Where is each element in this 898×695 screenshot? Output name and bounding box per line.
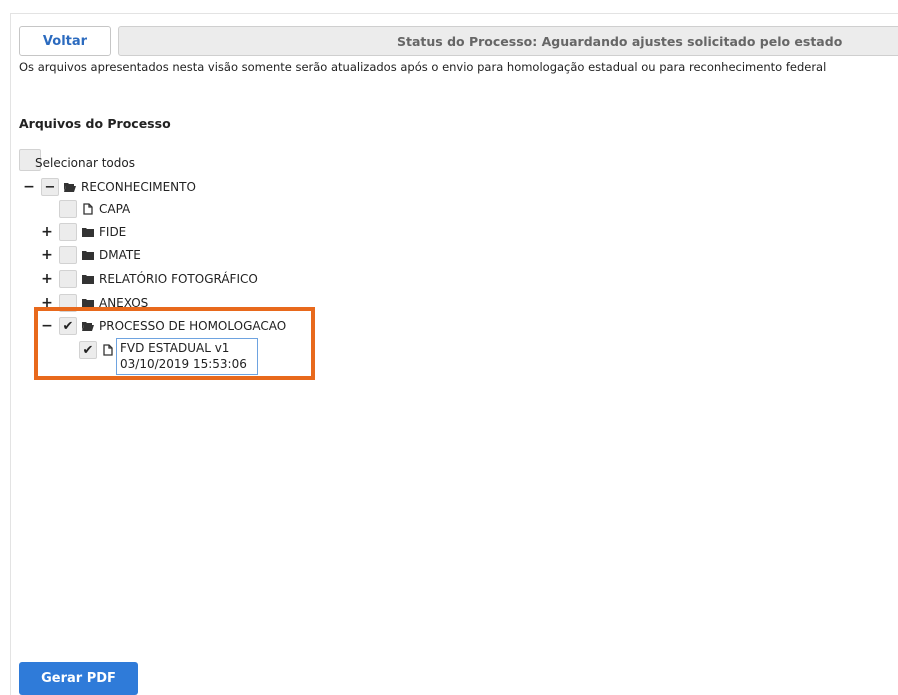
partial-dash-icon: − (44, 179, 56, 195)
expand-icon[interactable]: + (41, 271, 53, 287)
process-status-text: Status do Processo: Aguardando ajustes s… (397, 33, 843, 49)
tree-checkbox-relatorio[interactable] (59, 270, 77, 288)
file-icon (81, 203, 95, 215)
tree-label-dmate: DMATE (99, 248, 141, 262)
tree-node-dmate: + DMATE (41, 246, 141, 264)
expand-icon[interactable]: + (41, 224, 53, 240)
folder-icon (81, 274, 95, 284)
file-icon (101, 344, 115, 356)
left-divider (10, 13, 11, 695)
select-all-label: Selecionar todos (35, 156, 135, 170)
back-button[interactable]: Voltar (19, 26, 111, 56)
selected-file-item[interactable]: FVD ESTADUAL v1 03/10/2019 15:53:06 (116, 338, 258, 375)
collapse-icon[interactable]: − (41, 318, 53, 334)
select-all-label-row: Selecionar todos (31, 154, 135, 172)
file-name: FVD ESTADUAL v1 (120, 341, 230, 355)
folder-open-icon (81, 321, 95, 331)
tree-node-capa: CAPA (59, 200, 130, 218)
tree-node-homologacao: − ✔ PROCESSO DE HOMOLOGACAO (41, 317, 286, 335)
folder-icon (81, 227, 95, 237)
file-date: 03/10/2019 15:53:06 (120, 357, 247, 371)
gerar-pdf-button[interactable]: Gerar PDF (19, 662, 138, 695)
tree-label-relatorio: RELATÓRIO FOTOGRÁFICO (99, 272, 258, 286)
tree-checkbox-dmate[interactable] (59, 246, 77, 264)
top-divider (10, 13, 898, 14)
tree-label-homologacao: PROCESSO DE HOMOLOGACAO (99, 319, 287, 333)
process-status-bar: Status do Processo: Aguardando ajustes s… (118, 26, 898, 56)
folder-icon (81, 250, 95, 260)
tree-checkbox-homologacao[interactable]: ✔ (59, 317, 77, 335)
section-title: Arquivos do Processo (19, 116, 171, 131)
tree-node-fide: + FIDE (41, 223, 126, 241)
folder-open-icon (63, 182, 77, 192)
tree-checkbox-capa[interactable] (59, 200, 77, 218)
check-icon: ✔ (62, 318, 74, 334)
collapse-icon[interactable]: − (23, 179, 35, 195)
tree-node-fvd: ✔ (79, 341, 115, 359)
tree-label-capa: CAPA (99, 202, 131, 216)
expand-icon[interactable]: + (41, 247, 53, 263)
info-notice: Os arquivos apresentados nesta visão som… (19, 60, 827, 74)
tree-node-reconhecimento: − − RECONHECIMENTO (23, 178, 196, 196)
tree-checkbox-reconhecimento[interactable]: − (41, 178, 59, 196)
tree-label-reconhecimento: RECONHECIMENTO (81, 180, 196, 194)
tree-checkbox-fvd[interactable]: ✔ (79, 341, 97, 359)
tree-label-fide: FIDE (99, 225, 127, 239)
tree-node-relatorio: + RELATÓRIO FOTOGRÁFICO (41, 270, 258, 288)
check-icon: ✔ (82, 342, 94, 358)
tree-checkbox-fide[interactable] (59, 223, 77, 241)
